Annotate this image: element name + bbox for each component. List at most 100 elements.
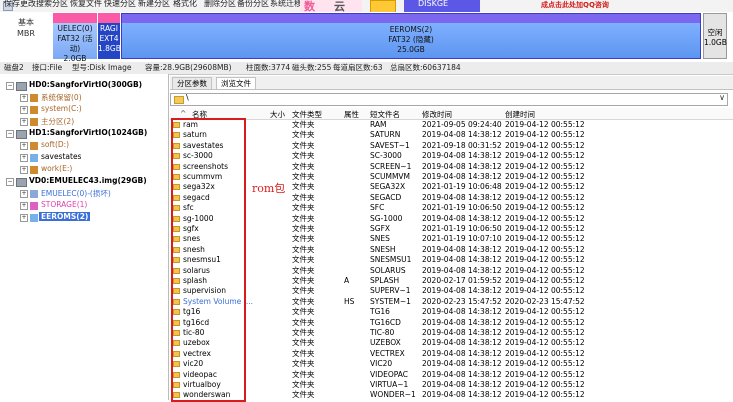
- expand-icon[interactable]: +: [20, 142, 28, 150]
- file-modified: 2019-04-08 14:38:12: [422, 172, 502, 181]
- file-row[interactable]: vectrex 文件夹 VECTREX 2019-04-08 14:38:12 2019…: [170, 349, 733, 359]
- file-row[interactable]: solarus 文件夹 SOLARUS 2019-04-08 14:38:12 2019…: [170, 266, 733, 276]
- qq-consult-link[interactable]: 成点击此处加QQ咨询: [541, 0, 609, 10]
- tree-part-eeroms[interactable]: + EEROMS(2): [20, 212, 160, 224]
- file-row[interactable]: snesmsu1 文件夹 SNESMSU1 2019-04-08 14:38:12 20…: [170, 255, 733, 265]
- partition-fs: FAT32 (隐藏): [388, 35, 434, 44]
- file-modified: 2020-02-17 01:59:52: [422, 276, 502, 285]
- recover-files-button[interactable]: 恢复文件: [70, 0, 102, 9]
- column-created[interactable]: 创建时间: [505, 109, 535, 120]
- tree-part-label: work(E:): [41, 164, 73, 173]
- backup-partition-button[interactable]: 备份分区: [237, 0, 269, 9]
- tree-part-storage[interactable]: + STORAGE(1): [20, 200, 160, 212]
- file-created: 2019-04-12 00:55:12: [505, 140, 585, 150]
- column-modified[interactable]: 修改时间: [422, 109, 452, 120]
- file-type: 文件夹: [292, 224, 315, 233]
- expand-icon[interactable]: +: [20, 214, 28, 222]
- column-attr[interactable]: 属性: [344, 109, 359, 120]
- disk-type-mbr: MBR: [17, 29, 35, 38]
- disk-heads: 磁头数:255: [292, 63, 332, 72]
- banner-diskgenius-block: DISKGE: [404, 0, 480, 12]
- tree-disk-vd0[interactable]: − VD0:EMUELEC43.img(29GB): [6, 176, 166, 188]
- delete-partition-button[interactable]: 删除分区: [204, 0, 236, 9]
- tree-part-system-reserved[interactable]: + 系统保留(0): [20, 92, 160, 104]
- expand-icon[interactable]: +: [20, 94, 28, 102]
- partition-icon: [30, 214, 38, 222]
- tree-part-primary-2[interactable]: + 主分区(2): [20, 116, 160, 128]
- expand-icon[interactable]: +: [20, 190, 28, 198]
- file-row[interactable]: videopac 文件夹 VIDEOPAC 2019-04-08 14:38:12 20…: [170, 370, 733, 380]
- tree-part-soft-d[interactable]: + soft(D:): [20, 140, 160, 152]
- file-row[interactable]: snes 文件夹 SNES 2021-01-19 10:07:10 2019-04-12…: [170, 234, 733, 244]
- file-row[interactable]: saturn 文件夹 SATURN 2019-04-08 14:38:12 2019-0…: [170, 130, 733, 140]
- new-partition-button[interactable]: 新建分区: [138, 0, 170, 9]
- collapse-icon[interactable]: −: [6, 130, 14, 138]
- file-row[interactable]: System Volume I... 文件夹 HS SYSTEM~1 2020-02-2…: [170, 297, 733, 307]
- system-migration-button[interactable]: 系统迁移: [270, 0, 302, 9]
- file-row[interactable]: sfc 文件夹 SFC 2021-01-19 10:06:50 2019-04-12 0…: [170, 203, 733, 213]
- file-row[interactable]: sc-3000 文件夹 SC-3000 2019-04-08 14:38:12 2019…: [170, 151, 733, 161]
- tree-part-system-c[interactable]: + system(C:): [20, 104, 160, 116]
- file-created: 2019-04-12 00:55:12: [505, 265, 585, 275]
- quick-partition-button[interactable]: 快速分区: [104, 0, 136, 9]
- tree-part-work-e[interactable]: + work(E:): [20, 164, 160, 176]
- tab-partition-params[interactable]: 分区参数: [172, 77, 212, 89]
- file-type: 文件夹: [292, 390, 315, 400]
- file-row[interactable]: sgfx 文件夹 SGFX 2021-01-19 10:06:50 2019-04-12…: [170, 224, 733, 234]
- file-type: 文件夹: [292, 317, 315, 327]
- file-row[interactable]: tg16cd 文件夹 TG16CD 2019-04-08 14:38:12 2019-0…: [170, 318, 733, 328]
- chevron-down-icon[interactable]: ∨: [719, 93, 725, 102]
- file-row[interactable]: screenshots 文件夹 SCREEN~1 2019-04-08 14:38:1…: [170, 162, 733, 172]
- ad-banner[interactable]: 数云 DISKGE: [300, 0, 480, 14]
- file-row[interactable]: tg16 文件夹 TG16 2019-04-08 14:38:12 2019-04-12…: [170, 307, 733, 317]
- format-button[interactable]: 格式化: [173, 0, 197, 9]
- partition-eeroms[interactable]: EEROMS(2) FAT32 (隐藏) 25.0GB: [121, 13, 701, 59]
- path-input[interactable]: \ ∨: [170, 93, 728, 106]
- partition-storage[interactable]: RAGI EXT4 1.8GB: [98, 13, 121, 59]
- file-row[interactable]: tic-80 文件夹 TIC-80 2019-04-08 14:38:12 2019-0…: [170, 328, 733, 338]
- tree-part-label: 主分区(2): [41, 117, 75, 126]
- file-row[interactable]: vic20 文件夹 VIC20 2019-04-08 14:38:12 2019-04-…: [170, 359, 733, 369]
- disk-icon: [16, 82, 27, 91]
- file-created: 2019-04-12 00:55:12: [505, 161, 585, 171]
- expand-icon[interactable]: +: [20, 166, 28, 174]
- file-short-name: TG16: [370, 307, 390, 317]
- file-row[interactable]: ram 文件夹 RAM 2021-09-05 09:24:40 2019-04-12 0…: [170, 120, 733, 130]
- partition-name: UELEC(0): [57, 24, 93, 33]
- search-partition-button[interactable]: 搜索分区: [36, 0, 68, 9]
- expand-icon[interactable]: +: [20, 154, 28, 162]
- file-short-name: SUPERV~1: [370, 286, 411, 296]
- expand-icon[interactable]: +: [20, 202, 28, 210]
- rom-annotation: rom包: [252, 182, 286, 195]
- file-short-name: SFC: [370, 203, 385, 213]
- file-row[interactable]: snesh 文件夹 SNESH 2019-04-08 14:38:12 2019-04-…: [170, 245, 733, 255]
- expand-icon[interactable]: +: [20, 118, 28, 126]
- file-row[interactable]: uzebox 文件夹 UZEBOX 2019-04-08 14:38:12 2019-0…: [170, 338, 733, 348]
- column-size[interactable]: 大小: [270, 109, 285, 120]
- file-type: 文件夹: [292, 244, 315, 254]
- file-row[interactable]: wonderswan 文件夹 WONDER~1 2019-04-08 14:38:12…: [170, 390, 733, 400]
- collapse-icon[interactable]: −: [6, 82, 14, 90]
- tree-part-emuelec[interactable]: + EMUELEC(0)-(损坏): [20, 188, 160, 200]
- partition-free-space[interactable]: 空闲 1.0GB: [703, 13, 727, 59]
- save-changes-button[interactable]: 保存更改: [4, 0, 36, 9]
- tree-part-label: 系统保留(0): [41, 93, 82, 102]
- file-row[interactable]: sg-1000 文件夹 SG-1000 2019-04-08 14:38:12 2019…: [170, 214, 733, 224]
- column-short-name[interactable]: 短文件名: [370, 109, 400, 120]
- partition-emuelec[interactable]: UELEC(0) FAT32 (活动) 2.0GB: [53, 13, 97, 63]
- partition-icon: [30, 106, 38, 114]
- file-row[interactable]: splash 文件夹 A SPLASH 2020-02-17 01:59:52 2019-…: [170, 276, 733, 286]
- file-type: 文件夹: [292, 380, 315, 389]
- file-short-name: SG-1000: [370, 213, 403, 223]
- file-row[interactable]: virtualboy 文件夹 VIRTUA~1 2019-04-08 14:38:12…: [170, 380, 733, 390]
- tree-disk-hd0[interactable]: − HD0:SangforVirtIO(300GB): [6, 80, 166, 92]
- tab-browse-files[interactable]: 浏览文件: [216, 77, 256, 89]
- column-type[interactable]: 文件类型: [292, 109, 322, 120]
- tree-part-savestates[interactable]: + savestates: [20, 152, 160, 164]
- file-row[interactable]: supervision 文件夹 SUPERV~1 2019-04-08 14:38:1…: [170, 286, 733, 296]
- tree-disk-hd1[interactable]: − HD1:SangforVirtIO(1024GB): [6, 128, 166, 140]
- file-row[interactable]: savestates 文件夹 SAVEST~1 2021-09-18 00:31:52…: [170, 141, 733, 151]
- expand-icon[interactable]: +: [20, 106, 28, 114]
- file-short-name: RAM: [370, 120, 387, 129]
- collapse-icon[interactable]: −: [6, 178, 14, 186]
